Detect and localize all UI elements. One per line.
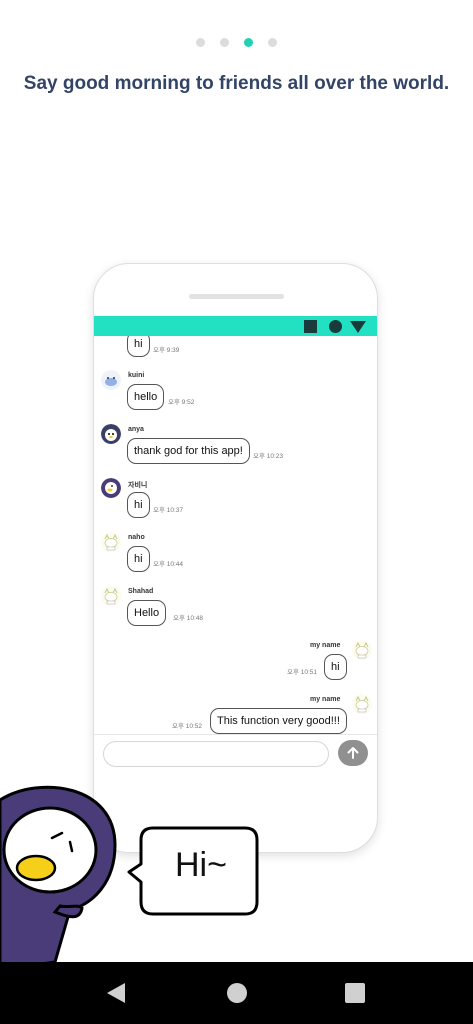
send-button[interactable]	[338, 740, 368, 766]
message-bubble: hi	[127, 492, 150, 518]
message-bubble: This function very good!!!	[210, 708, 347, 734]
sender-name: my name	[310, 696, 341, 703]
sender-name: naho	[128, 534, 145, 541]
home-icon[interactable]	[227, 983, 247, 1003]
avatar-penguin-icon	[101, 424, 121, 444]
avatar-cat-icon	[101, 586, 121, 606]
square-icon	[304, 320, 317, 333]
chat-list: hi 오후 9:39 kuini hello 오후 9:52 anya than…	[94, 336, 377, 734]
message-bubble: Hello	[127, 600, 167, 626]
phone-mockup: hi 오후 9:39 kuini hello 오후 9:52 anya than…	[93, 263, 378, 853]
back-icon[interactable]	[107, 983, 125, 1003]
avatar-penguin-icon	[101, 478, 121, 498]
recent-apps-icon[interactable]	[345, 983, 365, 1003]
message-time: 오후 10:37	[153, 507, 184, 514]
message-time: 오후 10:51	[287, 669, 318, 676]
sender-name: anya	[128, 426, 144, 433]
circle-icon	[329, 320, 342, 333]
avatar-cat-icon	[101, 532, 121, 552]
avatar-cat-icon	[352, 640, 372, 660]
speech-bubble-text: Hi~	[175, 846, 227, 884]
message-input[interactable]	[103, 741, 329, 767]
sender-name: kuini	[128, 372, 145, 379]
sender-name: 자비니	[128, 482, 148, 489]
message-time: 오후 10:23	[253, 453, 284, 460]
phone-speaker	[189, 294, 284, 299]
phone-status-bar	[94, 316, 377, 336]
sender-name: my name	[310, 642, 341, 649]
system-navigation-bar	[0, 962, 473, 1024]
message-bubble: hi	[127, 546, 150, 572]
message-bubble: hi	[324, 654, 347, 680]
message-time: 오후 10:52	[172, 723, 203, 730]
sender-name: Shahad	[128, 588, 154, 595]
message-time: 오후 9:52	[168, 399, 195, 406]
message-bubble: hi	[127, 336, 150, 357]
message-time: 오후 9:39	[153, 347, 180, 354]
avatar-cat-icon	[101, 370, 121, 390]
penguin-mascot-icon	[0, 785, 117, 970]
page-indicator	[0, 38, 473, 47]
triangle-down-icon	[350, 321, 366, 333]
message-time: 오후 10:44	[153, 561, 184, 568]
avatar-cat-icon	[352, 694, 372, 714]
message-bubble: hello	[127, 384, 165, 410]
message-input-bar	[94, 734, 377, 774]
page-dot-active[interactable]	[244, 38, 253, 47]
page-dot[interactable]	[220, 38, 229, 47]
page-dot[interactable]	[268, 38, 277, 47]
message-time: 오후 10:48	[173, 615, 204, 622]
onboarding-headline: Say good morning to friends all over the…	[23, 73, 450, 94]
arrow-up-icon	[347, 747, 359, 759]
page-dot[interactable]	[196, 38, 205, 47]
message-bubble: thank god for this app!	[127, 438, 250, 464]
